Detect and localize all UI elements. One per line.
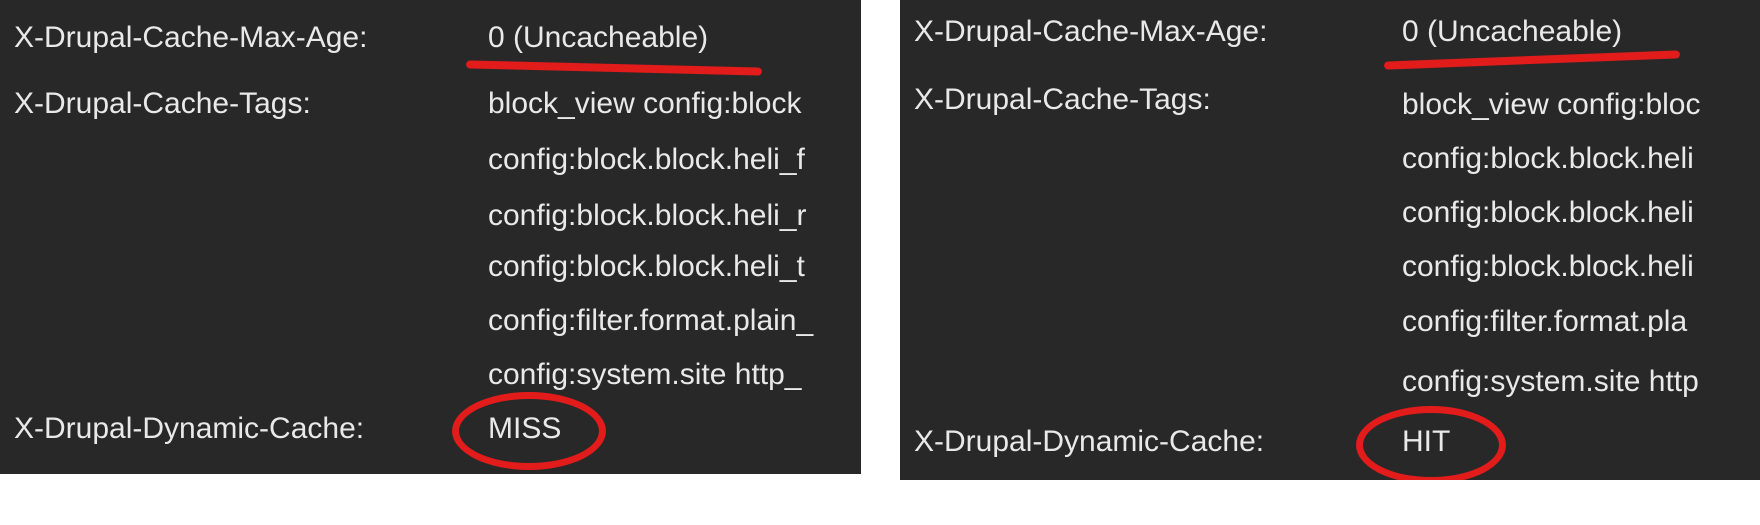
red-underline-annotation	[465, 60, 763, 76]
cache-tag-line: block_view config:block	[488, 87, 802, 120]
cache-tag-line: config:filter.format.pla	[1402, 305, 1688, 338]
dynamic-cache-value: MISS	[488, 412, 562, 445]
cache-tag-line: block_view config:bloc	[1402, 88, 1701, 121]
max-age-value: 0 (Uncacheable)	[1402, 15, 1623, 48]
cache-tag-line: config:block.block.heli	[1402, 142, 1694, 175]
response-headers-panel-miss: X-Drupal-Cache-Max-Age: 0 (Uncacheable) …	[0, 0, 861, 474]
cache-tag-line: config:block.block.heli_r	[488, 199, 807, 232]
dynamic-cache-label: X-Drupal-Dynamic-Cache:	[14, 412, 365, 445]
max-age-value: 0 (Uncacheable)	[488, 21, 709, 54]
red-underline-annotation	[1383, 50, 1681, 70]
cache-tag-line: config:system.site http_	[488, 358, 802, 391]
cache-tags-label: X-Drupal-Cache-Tags:	[14, 87, 311, 120]
cache-tag-line: config:system.site http	[1402, 365, 1699, 398]
cache-tags-label: X-Drupal-Cache-Tags:	[914, 83, 1211, 116]
dynamic-cache-label: X-Drupal-Dynamic-Cache:	[914, 425, 1265, 458]
dynamic-cache-value: HIT	[1402, 425, 1451, 458]
cache-tag-line: config:filter.format.plain_	[488, 304, 814, 337]
max-age-label: X-Drupal-Cache-Max-Age:	[914, 15, 1268, 48]
response-headers-panel-hit: X-Drupal-Cache-Max-Age: 0 (Uncacheable) …	[900, 0, 1760, 480]
cache-tag-line: config:block.block.heli	[1402, 250, 1694, 283]
max-age-label: X-Drupal-Cache-Max-Age:	[14, 21, 368, 54]
cache-tag-line: config:block.block.heli	[1402, 196, 1694, 229]
cache-tag-line: config:block.block.heli_f	[488, 143, 805, 176]
cache-tag-line: config:block.block.heli_t	[488, 250, 805, 283]
